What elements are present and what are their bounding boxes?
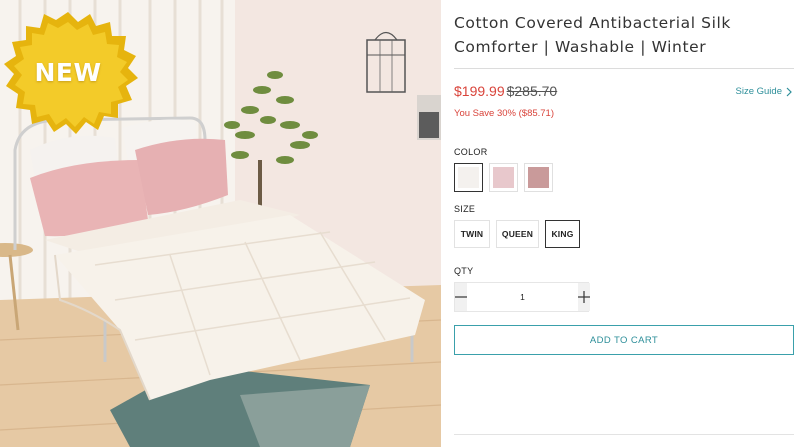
size-guide-link[interactable]: Size Guide	[736, 86, 792, 97]
original-price: $285.70	[506, 83, 558, 99]
size-option-king[interactable]: KING	[545, 220, 580, 248]
qty-label: QTY	[454, 266, 474, 276]
product-image[interactable]: NEW	[0, 0, 441, 447]
color-swatch-rose[interactable]	[524, 163, 553, 192]
price-row: $199.99 $285.70 Size Guide	[454, 83, 794, 103]
size-label: SIZE	[454, 204, 476, 214]
sale-price: $199.99	[454, 83, 505, 99]
size-option-twin[interactable]: TWIN	[454, 220, 490, 248]
divider-bottom	[454, 434, 794, 435]
quantity-stepper	[454, 282, 590, 312]
product-info: Cotton Covered Antibacterial Silk Comfor…	[454, 0, 794, 447]
size-guide-label: Size Guide	[735, 86, 782, 97]
chevron-right-icon	[786, 87, 792, 96]
savings-text: You Save 30% ($85.71)	[454, 108, 555, 119]
color-swatch-pink[interactable]	[489, 163, 518, 192]
plus-icon	[578, 291, 590, 303]
size-option-queen[interactable]: QUEEN	[496, 220, 539, 248]
increase-qty-button[interactable]	[578, 283, 590, 311]
color-swatches	[454, 163, 553, 192]
new-badge-label: NEW	[34, 58, 102, 87]
minus-icon	[455, 296, 467, 298]
add-to-cart-button[interactable]: ADD TO CART	[454, 325, 794, 355]
divider	[454, 68, 794, 69]
decrease-qty-button[interactable]	[455, 283, 467, 311]
size-options: TWIN QUEEN KING	[454, 220, 580, 248]
color-label: COLOR	[454, 147, 488, 157]
product-title: Cotton Covered Antibacterial Silk Comfor…	[454, 14, 731, 56]
color-swatch-white[interactable]	[454, 163, 483, 192]
quantity-input[interactable]	[467, 283, 578, 311]
